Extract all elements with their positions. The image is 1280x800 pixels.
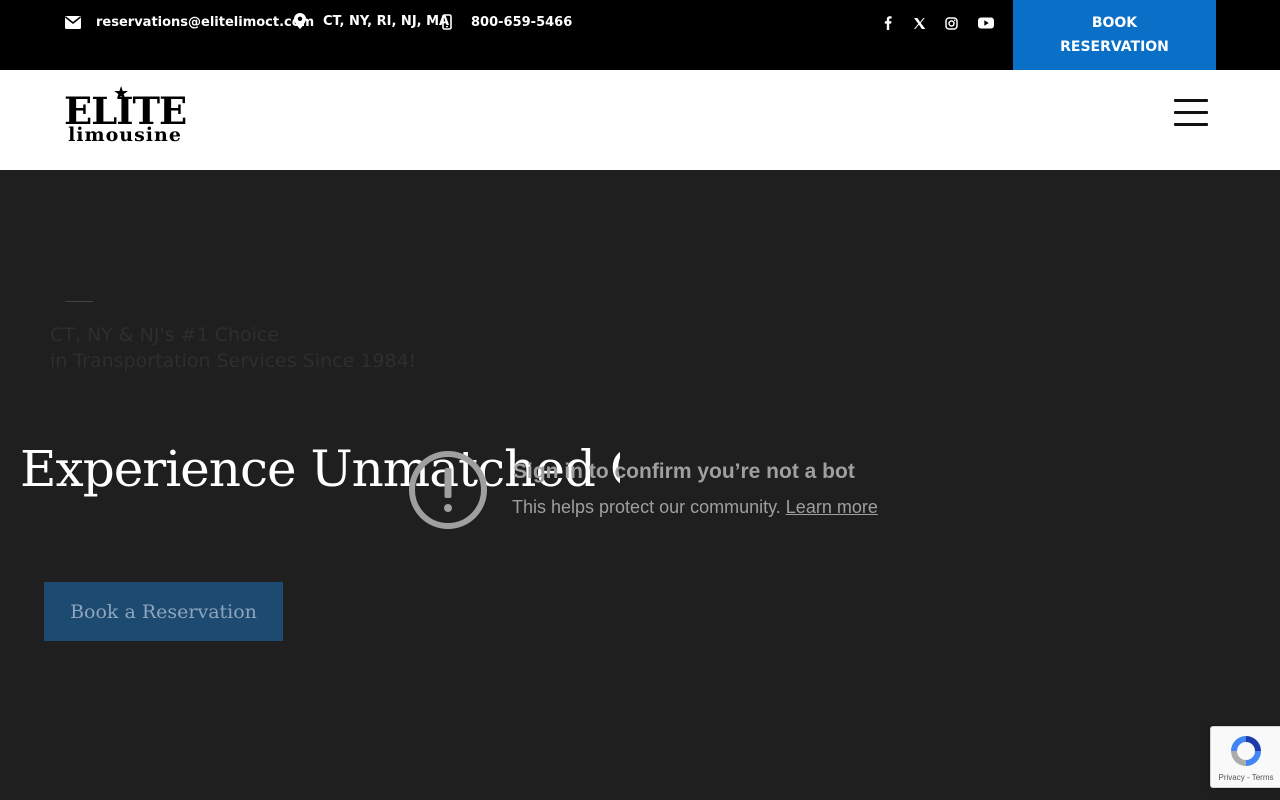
book-reservation-line1: BOOK: [1091, 15, 1138, 31]
logo-elite-text: ELITE: [64, 89, 187, 133]
learn-more-link[interactable]: Learn more: [786, 497, 878, 517]
envelope-icon: [65, 15, 81, 29]
facebook-icon[interactable]: [877, 12, 899, 34]
bot-check-text: This helps protect our community. Learn …: [512, 495, 878, 519]
bot-check-title: Sign in to confirm you’re not a bot: [513, 460, 855, 483]
elite-limousine-logo[interactable]: ★ ELITE limousine: [64, 84, 187, 148]
recaptcha-links: Privacy - Terms: [1211, 773, 1280, 782]
phone-text: 800-659-5466: [471, 14, 573, 30]
recaptcha-privacy-link[interactable]: Privacy: [1219, 773, 1245, 782]
mobile-phone-icon: [442, 14, 452, 30]
recaptcha-badge[interactable]: Privacy - Terms: [1210, 726, 1280, 788]
hero-subtitle-line1: CT, NY & NJ's #1 Choice: [50, 324, 280, 346]
instagram-icon[interactable]: [940, 12, 962, 34]
site-header: ★ ELITE limousine: [0, 70, 1280, 170]
logo-limousine-text: limousine: [68, 124, 182, 146]
hero-subtitle-line2: in Transportation Services Since 1984!: [50, 350, 417, 372]
location-text: CT, NY, RI, NJ, MA: [323, 13, 450, 29]
hamburger-menu-icon[interactable]: [1174, 99, 1208, 127]
alert-circle-icon: [408, 450, 488, 530]
book-reservation-top-button[interactable]: BOOK RESERVATION: [1013, 0, 1216, 70]
recaptcha-separator: -: [1244, 773, 1252, 782]
book-reservation-line2: RESERVATION: [1060, 39, 1169, 55]
phone-link[interactable]: 800-659-5466: [442, 0, 572, 44]
x-twitter-icon[interactable]: [908, 12, 930, 34]
hero-section: CT, NY & NJ's #1 Choice in Transportatio…: [0, 170, 1280, 800]
recaptcha-icon: [1228, 733, 1264, 769]
bot-check-message: This helps protect our community.: [512, 497, 781, 517]
youtube-icon[interactable]: [975, 12, 997, 34]
top-contact-bar: reservations@elitelimoct.com CT, NY, RI,…: [0, 0, 1280, 70]
email-text: reservations@elitelimoct.com: [96, 14, 315, 30]
hero-divider: [65, 301, 93, 302]
recaptcha-terms-link[interactable]: Terms: [1252, 773, 1274, 782]
location-item: CT, NY, RI, NJ, MA: [294, 0, 449, 43]
map-pin-icon: [294, 13, 306, 29]
book-reservation-hero-button[interactable]: Book a Reservation: [44, 582, 283, 641]
email-link[interactable]: reservations@elitelimoct.com: [65, 0, 314, 44]
hero-subtitle: CT, NY & NJ's #1 Choice in Transportatio…: [50, 322, 416, 374]
